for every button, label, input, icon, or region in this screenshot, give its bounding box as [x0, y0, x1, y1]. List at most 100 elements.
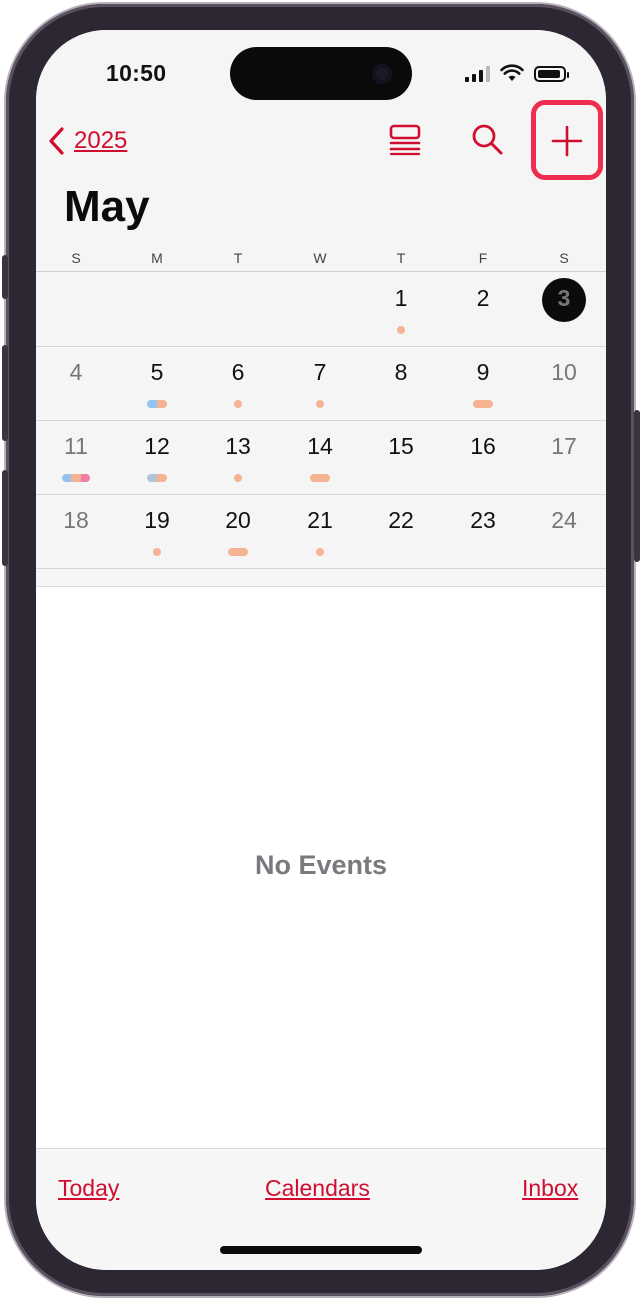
day-number: 13	[225, 433, 251, 459]
day-cell[interactable]: 20	[208, 494, 268, 568]
day-number: 9	[476, 359, 490, 385]
weekday-label: M	[151, 250, 163, 266]
no-events-label: No Events	[254, 850, 388, 880]
today-button[interactable]: Today	[58, 1175, 119, 1202]
empty-day-cell	[290, 272, 350, 346]
day-number: 11	[64, 433, 88, 459]
search-button[interactable]	[470, 122, 504, 161]
day-cell[interactable]: 1	[371, 272, 431, 346]
list-view-icon	[389, 124, 421, 156]
weekday-label: T	[233, 250, 243, 266]
day-number: 12	[144, 433, 170, 459]
day-number: 3	[557, 285, 571, 311]
home-indicator[interactable]	[220, 1246, 422, 1254]
screen: 10:50 2025 May S M T W T F S 1 2 3 4 5 6…	[36, 30, 606, 1270]
day-cell[interactable]: 24	[534, 494, 594, 568]
weekday-label: T	[396, 250, 406, 266]
event-indicator-dot	[228, 548, 248, 556]
cellular-signal-icon	[465, 66, 490, 82]
back-to-year-button[interactable]: 2025	[48, 126, 127, 156]
event-indicator-dot	[147, 400, 167, 408]
day-cell[interactable]: 15	[371, 420, 431, 494]
day-cell[interactable]: 11	[46, 420, 106, 494]
weekday-label: W	[313, 250, 327, 266]
day-cell[interactable]: 2	[453, 272, 513, 346]
plus-icon	[551, 125, 583, 157]
divider	[36, 586, 606, 587]
weekday-label: F	[478, 250, 488, 266]
day-cell[interactable]: 4	[46, 346, 106, 420]
month-title: May	[64, 182, 150, 231]
day-cell[interactable]: 18	[46, 494, 106, 568]
event-indicator-dot	[153, 548, 161, 556]
week-row: 4 5 6 7 8 9 10	[36, 346, 606, 421]
day-cell[interactable]: 13	[208, 420, 268, 494]
day-cell[interactable]: 17	[534, 420, 594, 494]
day-cell[interactable]: 21	[290, 494, 350, 568]
day-number: 24	[551, 507, 577, 533]
day-number: 10	[551, 359, 577, 385]
event-indicator-dot	[397, 326, 405, 334]
battery-icon	[534, 66, 569, 82]
power-button	[634, 410, 640, 562]
event-indicator-dot	[316, 400, 324, 408]
week-row: 18 19 20 21 22 23 24	[36, 494, 606, 569]
day-cell[interactable]: 6	[208, 346, 268, 420]
empty-day-cell	[208, 272, 268, 346]
add-event-button[interactable]	[550, 124, 584, 163]
calendars-button[interactable]: Calendars	[265, 1175, 370, 1202]
day-cell[interactable]: 3	[534, 272, 594, 346]
day-number: 21	[307, 507, 333, 533]
day-cell[interactable]: 9	[453, 346, 513, 420]
day-cell[interactable]: 10	[534, 346, 594, 420]
inbox-button[interactable]: Inbox	[522, 1175, 578, 1202]
day-cell[interactable]: 16	[453, 420, 513, 494]
event-indicator-dot	[310, 474, 330, 482]
event-indicator-dot	[62, 474, 90, 482]
day-cell[interactable]: 14	[290, 420, 350, 494]
event-indicator-dot	[234, 400, 242, 408]
status-time: 10:50	[106, 60, 167, 86]
back-year-label: 2025	[74, 127, 128, 154]
dynamic-island	[230, 47, 412, 100]
action-button	[2, 255, 8, 299]
day-cell[interactable]: 12	[127, 420, 187, 494]
day-number: 5	[150, 359, 164, 385]
day-cell[interactable]: 8	[371, 346, 431, 420]
day-number: 14	[307, 433, 333, 459]
event-indicator-dot	[234, 474, 242, 482]
status-icons	[465, 64, 569, 82]
day-cell[interactable]: 19	[127, 494, 187, 568]
day-number: 6	[231, 359, 245, 385]
event-indicator-dot	[473, 400, 493, 408]
day-number: 20	[225, 507, 251, 533]
event-indicator-dot	[316, 548, 324, 556]
day-number: 1	[394, 285, 408, 311]
day-number: 22	[388, 507, 414, 533]
event-indicator-dot	[147, 474, 167, 482]
week-row: 1 2 3	[36, 272, 606, 347]
volume-up-button	[2, 345, 8, 441]
day-cell[interactable]: 7	[290, 346, 350, 420]
day-cell[interactable]: 5	[127, 346, 187, 420]
volume-down-button	[2, 470, 8, 566]
list-view-button[interactable]	[388, 122, 422, 161]
day-number: 7	[313, 359, 327, 385]
day-cell[interactable]: 22	[371, 494, 431, 568]
front-camera	[372, 64, 392, 84]
day-number: 2	[476, 285, 490, 311]
empty-day-cell	[46, 272, 106, 346]
day-number: 16	[470, 433, 496, 459]
day-number: 4	[69, 359, 83, 385]
day-number: 18	[63, 507, 89, 533]
day-number: 8	[394, 359, 408, 385]
weekday-label: S	[559, 250, 569, 266]
day-number: 23	[470, 507, 496, 533]
day-number: 17	[551, 433, 577, 459]
day-cell[interactable]: 23	[453, 494, 513, 568]
week-row: 11 12 13 14 15 16 17	[36, 420, 606, 495]
day-number: 15	[388, 433, 414, 459]
empty-day-cell	[127, 272, 187, 346]
weekday-header: S M T W T F S	[36, 250, 606, 272]
weekday-label: S	[71, 250, 81, 266]
